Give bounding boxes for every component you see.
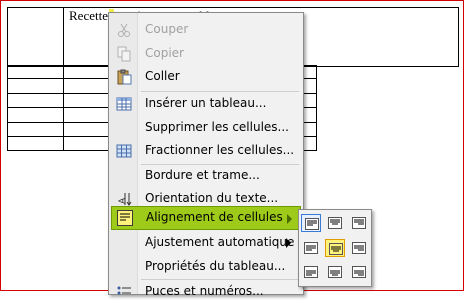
title-text-before: Recette — [69, 8, 108, 23]
cell-alignment-icon — [117, 210, 133, 226]
align-bottom-right-button[interactable] — [349, 263, 369, 281]
menu-item-inserer-tableau[interactable]: Insérer un tableau... — [109, 92, 303, 116]
bullets-icon — [116, 284, 132, 300]
menu-item-fractionner-cellules[interactable]: Fractionner les cellules... — [109, 139, 303, 163]
menu-item-label: Orientation du texte... — [145, 191, 279, 205]
menu-item-bordure-trame[interactable]: Bordure et trame... — [109, 164, 303, 188]
menu-item-couper[interactable]: Couper — [109, 18, 303, 42]
menu-item-label: Supprimer les cellules... — [145, 120, 289, 134]
menu-item-label: Bordure et trame... — [145, 168, 260, 182]
menu-item-label: Ajustement automatique — [145, 235, 295, 249]
align-top-center-button[interactable] — [325, 214, 345, 232]
split-cells-icon — [116, 143, 132, 159]
submenu-arrow-icon — [286, 238, 291, 248]
menu-item-supprimer-cellules[interactable]: Supprimer les cellules... — [109, 116, 303, 140]
submenu-arrow-icon — [287, 214, 292, 224]
menu-item-label: Propriétés du tableau... — [145, 259, 286, 273]
align-bottom-center-button[interactable] — [325, 263, 345, 281]
cell-alignment-submenu — [298, 209, 372, 287]
menu-item-puces-numeros[interactable]: Puces et numéros... — [109, 280, 303, 304]
menu-item-label: Couper — [145, 22, 189, 36]
table-col-line — [63, 65, 64, 151]
align-bottom-left-button[interactable] — [301, 263, 321, 281]
align-top-right-button[interactable] — [349, 214, 369, 232]
align-middle-center-button[interactable] — [325, 239, 345, 257]
copy-icon — [116, 46, 132, 62]
paste-icon — [116, 69, 132, 85]
align-middle-left-button[interactable] — [301, 239, 321, 257]
menu-item-label: Copier — [145, 46, 184, 60]
menu-item-label: Alignement de cellules — [146, 210, 283, 224]
table-top-divider — [63, 7, 64, 67]
cut-icon — [116, 22, 132, 38]
menu-item-label: Insérer un tableau... — [145, 96, 267, 110]
context-menu: Couper Copier Coller Insérer un tableau.… — [108, 12, 304, 298]
align-top-left-button[interactable] — [301, 214, 321, 232]
menu-item-label: Puces et numéros... — [145, 284, 264, 298]
menu-item-proprietes-tableau[interactable]: Propriétés du tableau... — [109, 255, 303, 279]
text-direction-icon: A — [116, 191, 132, 207]
menu-item-alignement-cellules[interactable]: Alignement de cellules — [111, 206, 301, 230]
menu-item-label: Coller — [145, 69, 180, 83]
menu-item-coller[interactable]: Coller — [109, 65, 303, 89]
align-middle-right-button[interactable] — [349, 239, 369, 257]
insert-table-icon — [116, 96, 132, 112]
svg-text:A: A — [118, 197, 128, 204]
menu-item-ajustement-automatique[interactable]: Ajustement automatique — [109, 231, 303, 255]
menu-item-copier[interactable]: Copier — [109, 42, 303, 66]
menu-item-label: Fractionner les cellules... — [145, 143, 295, 157]
